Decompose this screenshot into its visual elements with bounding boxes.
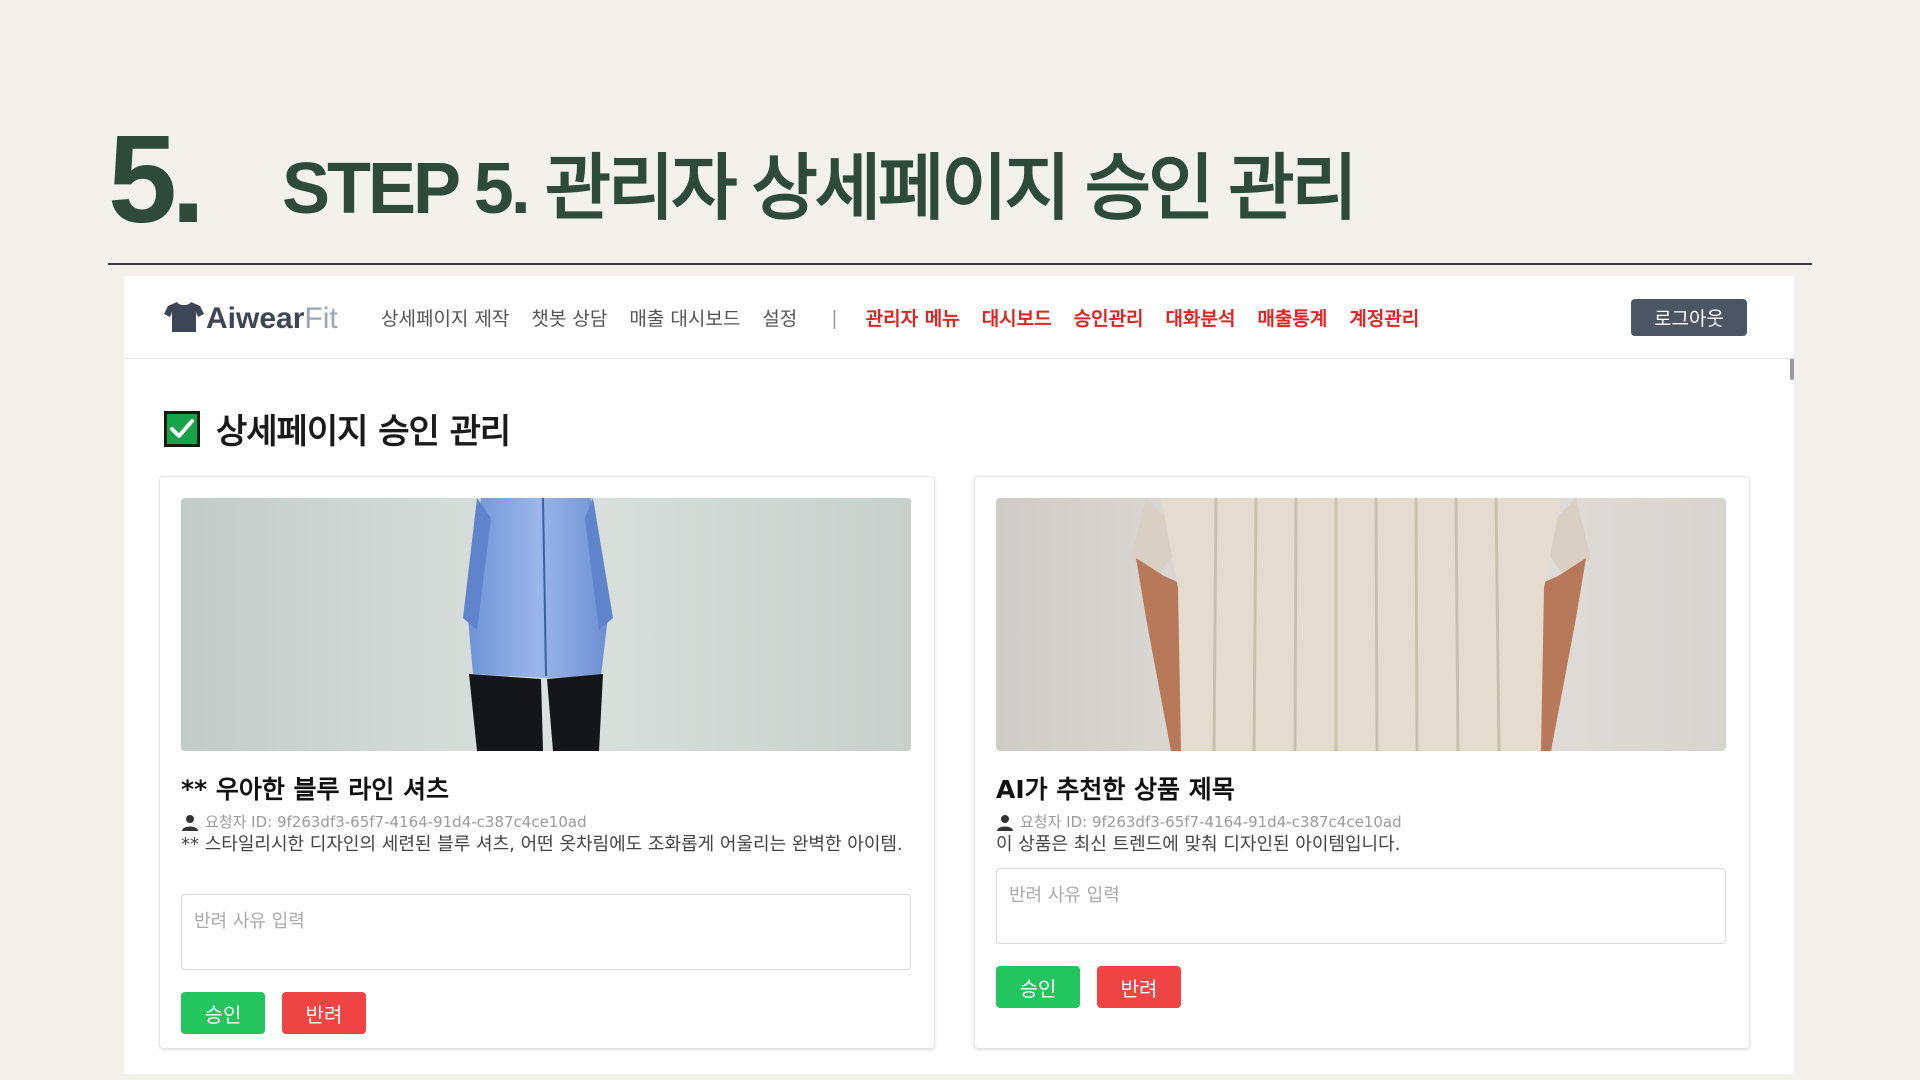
nav-link-settings[interactable]: 설정 xyxy=(762,304,797,331)
nav-link-detail-page[interactable]: 상세페이지 제작 xyxy=(381,304,509,331)
slide-divider xyxy=(108,263,1812,265)
logo-text-main: Aiwear xyxy=(206,302,305,335)
product-image xyxy=(181,498,911,751)
approval-card: ** 우아한 블루 라인 셔츠 요청자 ID: 9f263df3-65f7-41… xyxy=(159,476,935,1049)
reject-button[interactable]: 반려 xyxy=(282,992,366,1034)
admin-link-menu[interactable]: 관리자 메뉴 xyxy=(866,304,960,331)
card-title: ** 우아한 블루 라인 셔츠 xyxy=(181,775,449,804)
top-navbar: AiwearFit 상세페이지 제작 챗봇 상담 매출 대시보드 설정 | 관리… xyxy=(124,276,1794,359)
requester-info: 요청자 ID: 9f263df3-65f7-4164-91d4-c387c4ce… xyxy=(996,811,1402,832)
approval-card: AI가 추천한 상품 제목 요청자 ID: 9f263df3-65f7-4164… xyxy=(974,476,1750,1049)
reject-reason-input[interactable] xyxy=(181,894,911,970)
reject-button[interactable]: 반려 xyxy=(1097,966,1181,1008)
person-icon xyxy=(182,814,198,831)
logo-text-accent: Fit xyxy=(304,302,338,335)
browser-screenshot: AiwearFit 상세페이지 제작 챗봇 상담 매출 대시보드 설정 | 관리… xyxy=(124,276,1794,1074)
slide-title: STEP 5. 관리자 상세페이지 승인 관리 xyxy=(282,149,1358,229)
nav-separator: | xyxy=(831,306,838,329)
nav-link-sales-dashboard[interactable]: 매출 대시보드 xyxy=(629,304,740,331)
admin-link-approval[interactable]: 승인관리 xyxy=(1074,304,1144,331)
admin-link-accounts[interactable]: 계정관리 xyxy=(1349,304,1419,331)
logo[interactable]: AiwearFit xyxy=(164,302,338,336)
slide-number: 5. xyxy=(108,111,205,249)
tshirt-logo-icon xyxy=(164,300,204,338)
card-description: 이 상품은 최신 트렌드에 맞춰 디자인된 아이템입니다. xyxy=(996,834,1401,855)
nav-link-chatbot[interactable]: 챗봇 상담 xyxy=(531,304,607,331)
page-heading: 상세페이지 승인 관리 xyxy=(164,404,511,453)
nav-links: 상세페이지 제작 챗봇 상담 매출 대시보드 설정 | 관리자 메뉴 대시보드 … xyxy=(381,304,1441,331)
requester-id: 요청자 ID: 9f263df3-65f7-4164-91d4-c387c4ce… xyxy=(205,813,587,831)
logout-button[interactable]: 로그아웃 xyxy=(1631,299,1747,336)
admin-link-chat-analysis[interactable]: 대화분석 xyxy=(1166,304,1236,331)
card-description: ** 스타일리시한 디자인의 세련된 블루 셔츠, 어떤 옷차림에도 조화롭게 … xyxy=(181,834,903,855)
card-title: AI가 추천한 상품 제목 xyxy=(996,775,1235,804)
requester-id: 요청자 ID: 9f263df3-65f7-4164-91d4-c387c4ce… xyxy=(1020,813,1402,831)
product-image xyxy=(996,498,1726,751)
requester-info: 요청자 ID: 9f263df3-65f7-4164-91d4-c387c4ce… xyxy=(181,811,587,832)
person-icon xyxy=(997,814,1013,831)
reject-reason-input[interactable] xyxy=(996,868,1726,944)
approve-button[interactable]: 승인 xyxy=(996,966,1080,1008)
approve-button[interactable]: 승인 xyxy=(181,992,265,1034)
admin-link-sales-stats[interactable]: 매출통계 xyxy=(1257,304,1327,331)
admin-link-dashboard[interactable]: 대시보드 xyxy=(982,304,1052,331)
page-title: 상세페이지 승인 관리 xyxy=(216,412,511,452)
check-box-icon xyxy=(164,410,200,447)
